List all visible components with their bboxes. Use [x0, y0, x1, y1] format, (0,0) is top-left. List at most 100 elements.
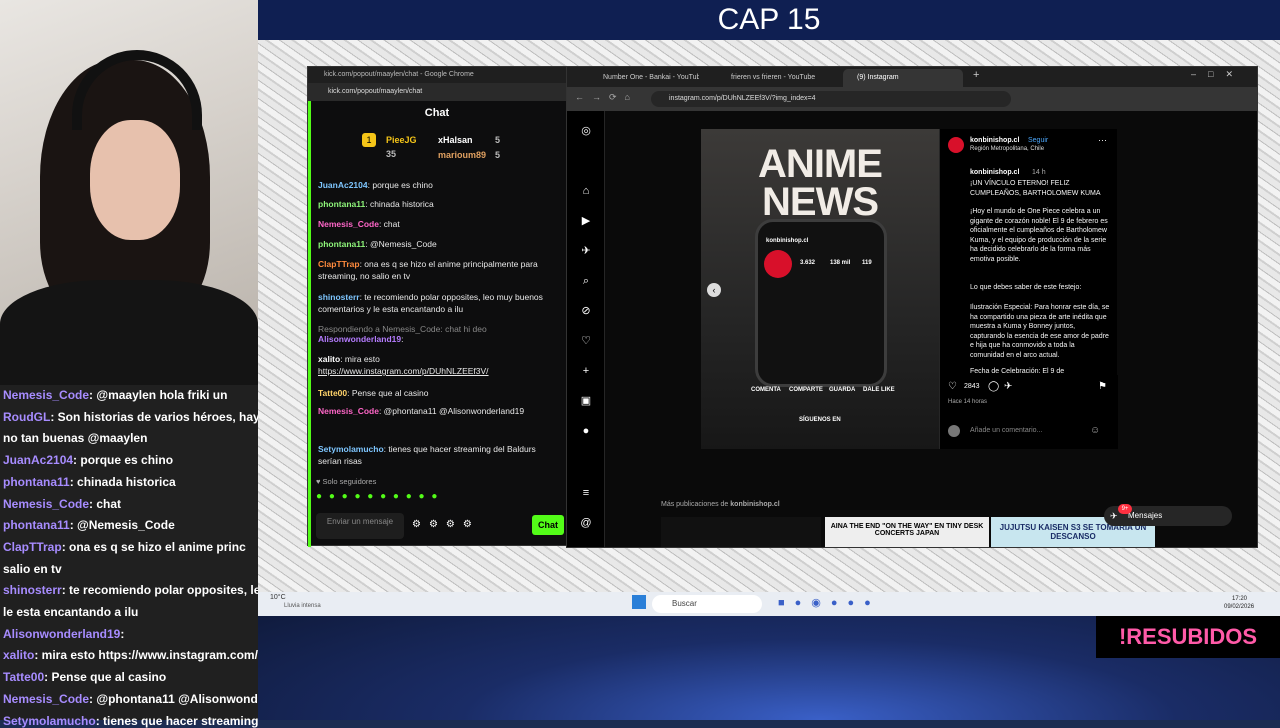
chat-text[interactable]: https://www.instagram.com/p/DUhNLZEEf3V/: [318, 366, 489, 376]
tab-youtube-frieren[interactable]: frieren vs frieren - YouTube: [717, 69, 827, 87]
chat-username[interactable]: Setymolamucho: [318, 444, 384, 454]
messages-send-icon: ✈: [1110, 511, 1118, 521]
chat-message: ClapTTrap: ona es q se hizo el anime pri…: [318, 258, 560, 282]
kick-chat-window[interactable]: kick.com/popout/maaylen/chat - Google Ch…: [307, 66, 567, 547]
create-icon[interactable]: +: [580, 365, 592, 377]
emoji-icon[interactable]: ☺: [1090, 425, 1100, 436]
chat-username[interactable]: xalito: [318, 354, 340, 364]
messages-label: Mensajes: [1128, 511, 1163, 520]
action-save: GUARDA: [829, 387, 856, 393]
chat-username[interactable]: phontana11: [318, 239, 365, 249]
account-avatar[interactable]: [948, 137, 964, 153]
notifications-heart-icon[interactable]: ♡: [580, 335, 592, 347]
resubidos-badge: !RESUBIDOS: [1096, 616, 1280, 658]
weather-desc[interactable]: Lluvia intensa: [284, 603, 321, 609]
chrome-browser-window[interactable]: Number One - Bankai - YouTube frieren vs…: [566, 66, 1258, 548]
menu-icon[interactable]: ≡: [580, 487, 592, 499]
chat-message: Setymolamucho: tienes que hacer streamin…: [318, 443, 560, 467]
more-post-thumb-1[interactable]: [661, 517, 821, 547]
leader-1-name: PieeJG: [386, 135, 417, 145]
address-bar[interactable]: instagram.com/p/DUhNLZEEf3V/?img_index=4: [651, 91, 1011, 107]
post-location: Región Metropolitana, Chile: [970, 146, 1045, 152]
browser-tab-strip[interactable]: Number One - Bankai - YouTube frieren vs…: [567, 67, 1257, 87]
messages-badge: 9+: [1118, 504, 1132, 514]
follow-button[interactable]: Seguir: [1028, 137, 1048, 144]
tab-youtube-bankai[interactable]: Number One - Bankai - YouTube: [589, 69, 699, 87]
share-icon[interactable]: ✈: [1004, 381, 1012, 392]
side-chat-text: : @phontana11 @Alisonwond: [89, 691, 258, 706]
clock-date[interactable]: 09/02/2026: [1224, 604, 1254, 610]
comment-input[interactable]: Añade un comentario...: [970, 427, 1042, 434]
tab-instagram[interactable]: (9) Instagram: [843, 69, 963, 87]
chat-username[interactable]: Tatte00: [318, 388, 347, 398]
side-chat-text: : tienes que hacer streaming: [95, 713, 258, 728]
caption-user[interactable]: konbinishop.cl: [970, 169, 1019, 176]
send-chat-button[interactable]: Chat: [532, 515, 564, 535]
post-image[interactable]: ANIME NEWS konbinishop.cl 3.632 138 mil …: [701, 129, 939, 449]
side-chat-text: : porque es chino: [73, 453, 174, 468]
new-tab-icon[interactable]: +: [973, 69, 979, 81]
account-name[interactable]: konbinishop.cl: [970, 137, 1019, 144]
side-chat-text: : chinada historica: [69, 474, 176, 489]
side-chat-line: Nemesis_Code: @phontana11 @Alisonwond: [3, 692, 258, 706]
carousel-prev-icon[interactable]: ‹: [707, 283, 721, 297]
search-icon[interactable]: ⌕: [580, 275, 592, 287]
side-chat-username: Nemesis_Code: [3, 496, 90, 511]
chat-window-url[interactable]: kick.com/popout/maaylen/chat: [308, 83, 566, 101]
more-options-icon[interactable]: ···: [1098, 135, 1107, 145]
messages-icon[interactable]: ✈: [580, 245, 592, 257]
action-comment: COMENTA: [751, 387, 781, 393]
window-controls-icon[interactable]: –□✕: [1191, 69, 1245, 80]
chat-username[interactable]: Nemesis_Code: [318, 406, 379, 416]
comment-icon[interactable]: ◯: [988, 381, 999, 392]
threads-icon[interactable]: @: [580, 517, 592, 529]
clock-time[interactable]: 17:20: [1232, 596, 1247, 602]
chat-text: : @Nemesis_Code: [365, 239, 437, 249]
chat-username[interactable]: ClapTTrap: [318, 259, 360, 269]
taskbar-apps-icon[interactable]: ■●◉●●●: [778, 596, 881, 609]
browser-toolbar[interactable]: ←→⟳⌂ instagram.com/p/DUhNLZEEf3V/?img_in…: [567, 87, 1257, 111]
nav-buttons-icon[interactable]: ←→⟳⌂: [575, 92, 638, 103]
explore-icon[interactable]: ⊘: [580, 305, 592, 317]
side-chat-username: JuanAc2104: [3, 453, 74, 468]
chat-text: : @phontana11 @Alisonwonderland19: [378, 406, 525, 416]
phone-username: konbinishop.cl: [766, 238, 809, 244]
chat-username[interactable]: phontana11: [318, 199, 365, 209]
profile-avatar[interactable]: ●: [580, 425, 592, 437]
side-chat-username: RoudGL: [3, 409, 51, 424]
side-chat-text: : Pense que al casino: [44, 670, 167, 685]
chat-username[interactable]: Nemesis_Code: [318, 219, 379, 229]
chat-tools-icon[interactable]: ⚙⚙⚙⚙: [412, 519, 480, 530]
more-post-thumb-2[interactable]: AINA THE END "ON THE WAY" EN TINY DESK C…: [825, 517, 989, 547]
post-details-panel: konbinishop.cl Seguir Región Metropolita…: [939, 129, 1118, 449]
headset-icon: [72, 50, 202, 130]
instagram-sidebar: ◎ ⌂ ▶ ✈ ⌕ ⊘ ♡ + ▣ ● ≡ @: [567, 111, 605, 547]
likes-count: 2843: [964, 383, 980, 390]
chat-username[interactable]: shinosterr: [318, 292, 360, 302]
messages-button[interactable]: ✈ 9+ Mensajes: [1104, 504, 1232, 526]
chat-window-titlebar[interactable]: kick.com/popout/maaylen/chat - Google Ch…: [308, 67, 566, 83]
side-chat-text: : Son historias de varios héroes, hay: [50, 409, 258, 424]
like-heart-icon[interactable]: ♡: [948, 381, 957, 392]
reels-icon[interactable]: ▶: [580, 215, 592, 227]
dashboard-icon[interactable]: ▣: [580, 395, 592, 407]
taskbar-search[interactable]: Buscar: [652, 595, 762, 613]
instagram-logo-icon[interactable]: ◎: [580, 125, 592, 137]
chat-username[interactable]: JuanAc2104: [318, 180, 368, 190]
side-chat-username: phontana11: [3, 474, 70, 489]
weather-temp[interactable]: 10°C: [270, 594, 286, 601]
windows-start-icon[interactable]: [632, 595, 646, 609]
caption-body-1: ¡Hoy el mundo de One Piece celebra a un …: [970, 208, 1108, 263]
post-actions-area: ♡ 2843 ◯ ✈ ⚑ Hace 14 horas Añade un come…: [940, 375, 1118, 449]
follow-us-label: SÍGUENOS EN: [799, 417, 841, 423]
home-icon[interactable]: ⌂: [580, 185, 592, 197]
side-chat-text: :: [120, 626, 125, 641]
chat-username[interactable]: Alisonwonderland19: [318, 334, 401, 344]
webcam-feed: [0, 0, 258, 385]
kick-accent-bar: [308, 67, 311, 547]
save-bookmark-icon[interactable]: ⚑: [1098, 381, 1107, 392]
caption-body-3: Ilustración Especial: Para honrar este d…: [970, 304, 1110, 359]
emote-bar[interactable]: ● ● ● ● ● ● ● ● ● ●: [316, 491, 516, 505]
chat-message: xalito: mira esto: [318, 353, 560, 365]
chat-input[interactable]: Enviar un mensaje: [316, 513, 404, 539]
